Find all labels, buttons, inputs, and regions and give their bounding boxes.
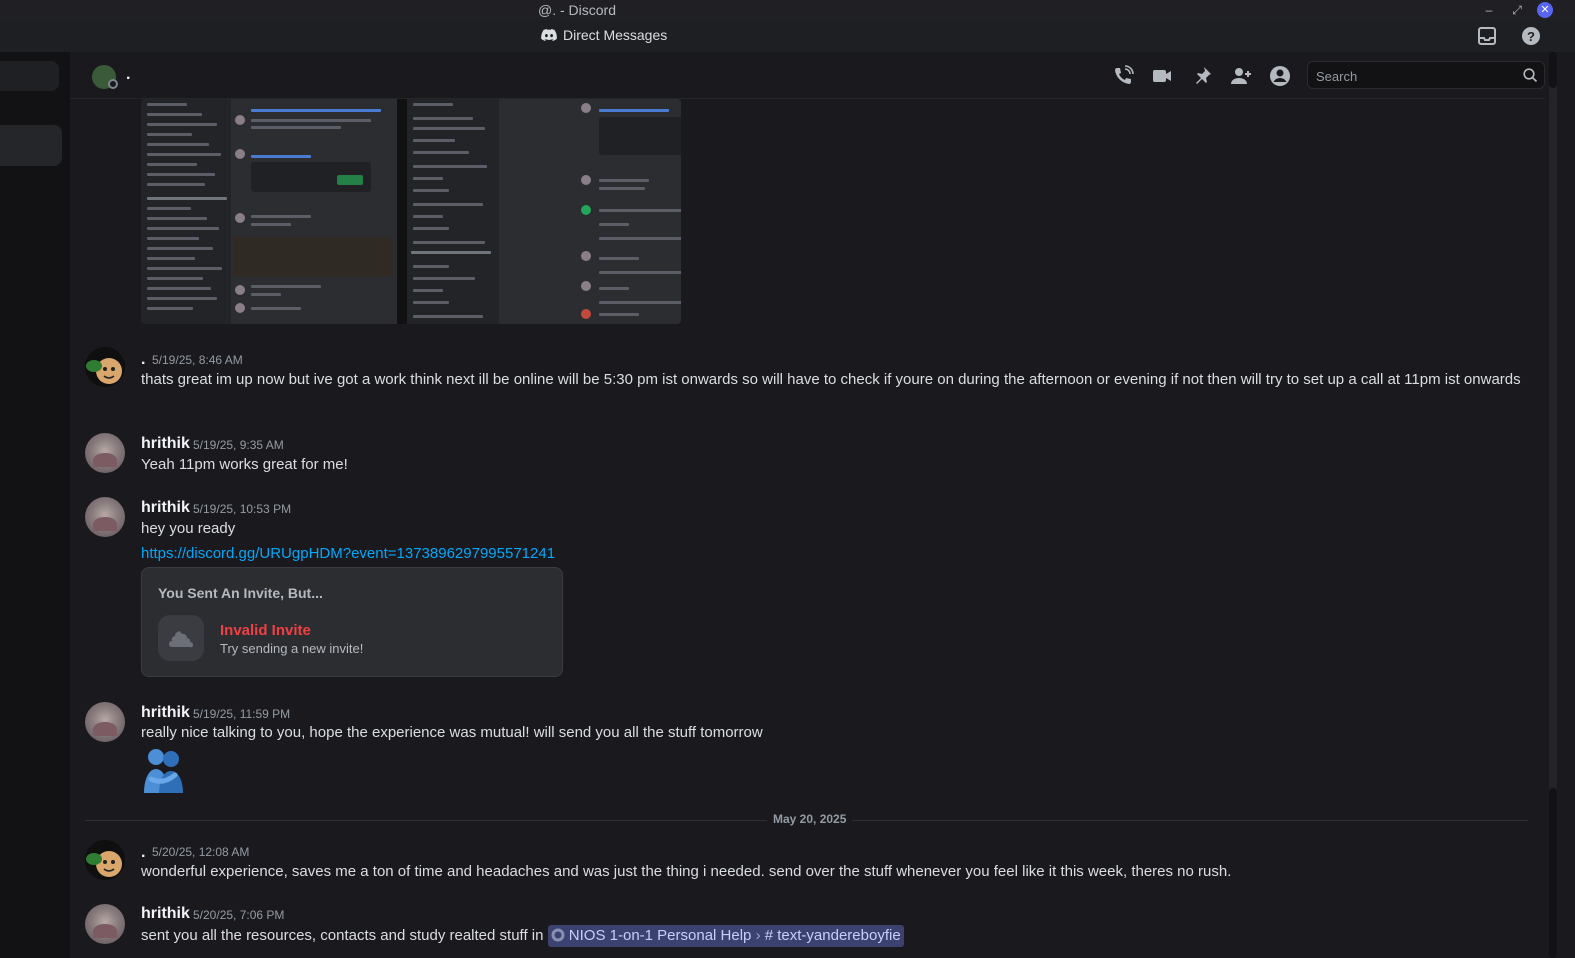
attachment-divider (397, 99, 407, 324)
chat-panel: . Search . 5/19/25, 8:46 AM thats great … (70, 52, 1545, 958)
message-text: sent you all the resources, contacts and… (141, 925, 1521, 947)
search-box[interactable] (1307, 61, 1545, 89)
message-text: Yeah 11pm works great for me! (141, 456, 348, 473)
message-author[interactable]: hrithik (141, 435, 190, 453)
date-divider-label: May 20, 2025 (767, 812, 853, 826)
add-friends-icon[interactable] (1230, 65, 1252, 87)
search-input[interactable] (1316, 67, 1516, 85)
message-author[interactable]: . (141, 351, 145, 369)
chat-scrollbar[interactable] (1545, 52, 1575, 958)
scrollbar-thumb[interactable] (1549, 788, 1557, 958)
invite-title: Invalid Invite (220, 622, 311, 639)
message-author[interactable]: . (141, 844, 145, 862)
message-text: thats great im up now but ive got a work… (141, 371, 1521, 388)
help-icon[interactable]: ? (1521, 26, 1541, 46)
restore-icon[interactable]: ⤢ (1509, 2, 1525, 18)
user-avatar[interactable] (85, 840, 125, 880)
message-timestamp: 5/20/25, 12:08 AM (152, 845, 250, 859)
message-timestamp: 5/19/25, 9:35 AM (193, 438, 284, 452)
svg-text:?: ? (1527, 29, 1535, 44)
status-indicator (108, 79, 118, 89)
search-icon (1523, 68, 1538, 83)
video-call-icon[interactable] (1151, 65, 1173, 87)
message-author[interactable]: hrithik (141, 704, 190, 722)
message-author[interactable]: hrithik (141, 905, 190, 923)
app-topbar: Direct Messages ? (0, 20, 1575, 52)
mention-server-name: NIOS 1-on-1 Personal Help (568, 927, 752, 944)
window-title: @. - Discord (538, 2, 616, 18)
message-text-body: sent you all the resources, contacts and… (141, 927, 544, 944)
message-timestamp: 5/19/25, 10:53 PM (193, 502, 292, 516)
user-avatar[interactable] (85, 702, 125, 742)
message-author[interactable]: hrithik (141, 499, 190, 517)
inbox-icon[interactable] (1477, 26, 1497, 46)
invalid-invite-icon (158, 615, 204, 661)
avatar-image (85, 840, 125, 880)
message-timestamp: 5/19/25, 8:46 AM (152, 353, 243, 367)
chat-header: . (70, 52, 1545, 99)
message-text: hey you ready (141, 520, 236, 537)
message-text: wonderful experience, saves me a ton of … (141, 863, 1232, 880)
image-attachment[interactable] (141, 99, 681, 324)
chevron-right-icon: › (755, 927, 761, 944)
avatar-image (85, 347, 125, 387)
attachment-panel-chat (231, 99, 397, 324)
hugging-emoji-icon (144, 749, 183, 793)
minimize-icon[interactable]: – (1481, 2, 1497, 18)
discord-icon (541, 29, 557, 41)
poop-icon (169, 631, 193, 648)
voice-call-icon[interactable] (1112, 65, 1134, 87)
message-text: really nice talking to you, hope the exp… (141, 724, 763, 741)
scrollbar-top-cap (1549, 52, 1557, 88)
close-icon[interactable]: ✕ (1537, 2, 1553, 18)
user-avatar[interactable] (85, 497, 125, 537)
sidebar-selected-item[interactable] (0, 125, 62, 166)
hash-icon: # (764, 927, 774, 944)
window-titlebar: @. - Discord – ⤢ ✕ (0, 0, 1575, 20)
invite-subtitle: Try sending a new invite! (220, 641, 364, 656)
mention-channel-name: text-yandereboyfie (777, 927, 901, 944)
user-profile-icon[interactable] (1269, 65, 1291, 87)
message-timestamp: 5/20/25, 7:06 PM (193, 908, 285, 922)
server-channel-mention[interactable]: NIOS 1-on-1 Personal Help › # text-yande… (547, 925, 904, 947)
user-avatar[interactable] (85, 433, 125, 473)
user-avatar[interactable] (85, 347, 125, 387)
header-username[interactable]: . (126, 66, 130, 84)
pinned-messages-icon[interactable] (1191, 65, 1213, 87)
user-avatar[interactable] (85, 904, 125, 944)
dm-sidebar (0, 52, 70, 958)
direct-messages-label: Direct Messages (563, 27, 668, 43)
direct-messages-title: Direct Messages (541, 27, 667, 43)
message-timestamp: 5/19/25, 11:59 PM (193, 707, 291, 721)
invite-link[interactable]: https://discord.gg/URUgpHDM?event=137389… (141, 545, 555, 562)
server-icon (551, 928, 565, 942)
invite-embed: You Sent An Invite, But... Invalid Invit… (141, 567, 563, 677)
invite-heading: You Sent An Invite, But... (158, 585, 323, 601)
sidebar-search-pill[interactable] (0, 61, 59, 91)
